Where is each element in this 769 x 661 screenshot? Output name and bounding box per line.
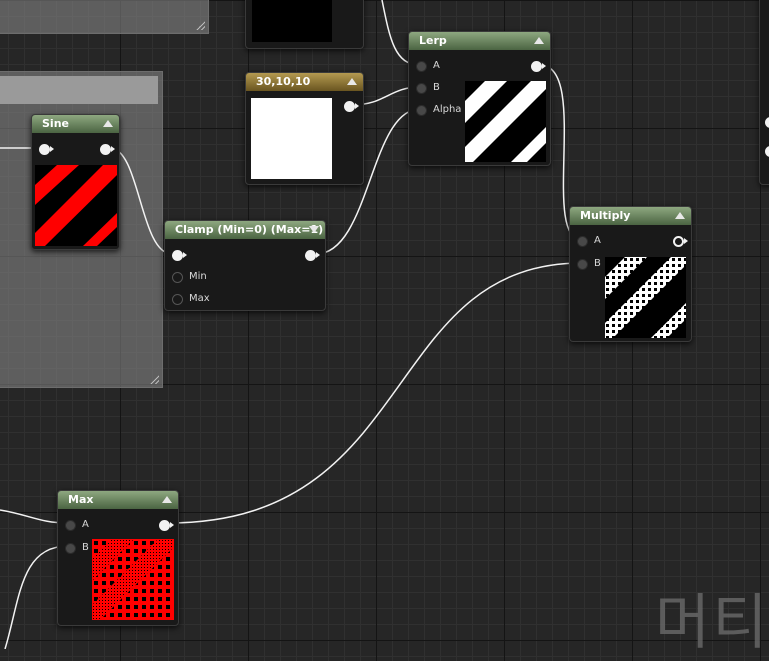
max-output-pin[interactable] xyxy=(159,520,170,531)
max-node-title: Max xyxy=(68,493,94,506)
pin-arrow-icon xyxy=(183,252,187,258)
constant-node-header[interactable]: 30,10,10 xyxy=(246,73,363,91)
pin-arrow-icon xyxy=(355,103,359,109)
multiply-input-b-pin[interactable] xyxy=(577,259,588,270)
multiply-preview-thumbnail xyxy=(605,257,686,338)
max-node-header[interactable]: Max xyxy=(58,491,178,509)
lerp-input-a-pin[interactable] xyxy=(416,61,427,72)
clamp-input-min-pin[interactable] xyxy=(172,272,183,283)
max-input-b-pin[interactable] xyxy=(65,543,76,554)
lerp-input-alpha-pin[interactable] xyxy=(416,105,427,116)
offscreen-node-right[interactable] xyxy=(759,0,769,185)
max-node[interactable]: Max A B xyxy=(57,490,179,626)
constant-node-title: 30,10,10 xyxy=(256,75,311,88)
multiply-input-a-label: A xyxy=(594,235,601,246)
constant-output-pin[interactable] xyxy=(344,101,355,112)
lerp-input-b-label: B xyxy=(433,82,440,93)
multiply-input-b-label: B xyxy=(594,258,601,269)
watermark-text: 머티 xyxy=(655,588,769,658)
sine-node[interactable]: Sine xyxy=(31,114,120,250)
multiply-node[interactable]: Multiply A B xyxy=(569,206,692,342)
sine-node-title: Sine xyxy=(42,117,69,130)
multiply-input-a-pin[interactable] xyxy=(577,236,588,247)
sine-output-pin[interactable] xyxy=(100,144,111,155)
collapse-arrow-icon[interactable] xyxy=(309,226,319,233)
pin-arrow-icon xyxy=(316,252,320,258)
lerp-node-header[interactable]: Lerp xyxy=(409,32,550,50)
pin-arrow-icon xyxy=(111,146,115,152)
constant-node[interactable]: 30,10,10 xyxy=(245,72,364,185)
lerp-output-pin[interactable] xyxy=(531,61,542,72)
pin-arrow-icon xyxy=(542,63,546,69)
pin-arrow-icon xyxy=(684,238,688,244)
collapse-arrow-icon[interactable] xyxy=(675,212,685,219)
lerp-input-b-pin[interactable] xyxy=(416,83,427,94)
sine-node-header[interactable]: Sine xyxy=(32,115,119,133)
clamp-node-header[interactable]: Clamp (Min=0) (Max=1) xyxy=(165,221,325,239)
max-preview-thumbnail xyxy=(92,539,174,620)
offscreen-node-top[interactable] xyxy=(245,0,364,49)
clamp-input-max-pin[interactable] xyxy=(172,294,183,305)
clamp-output-pin[interactable] xyxy=(305,250,316,261)
lerp-input-a-label: A xyxy=(433,60,440,71)
lerp-input-alpha-label: Alpha xyxy=(433,104,462,115)
pin-arrow-icon xyxy=(50,146,54,152)
clamp-input-pin[interactable] xyxy=(172,250,183,261)
multiply-node-header[interactable]: Multiply xyxy=(570,207,691,225)
offscreen-node-output-pin[interactable] xyxy=(765,146,769,157)
sine-preview-thumbnail xyxy=(35,165,117,246)
max-input-a-pin[interactable] xyxy=(65,520,76,531)
constant-preview-thumbnail xyxy=(251,98,332,179)
offscreen-node-output-pin[interactable] xyxy=(765,117,769,128)
pin-arrow-icon xyxy=(170,522,174,528)
lerp-node[interactable]: Lerp A B Alpha xyxy=(408,31,551,166)
collapse-arrow-icon[interactable] xyxy=(103,120,113,127)
collapse-arrow-icon[interactable] xyxy=(162,496,172,503)
sine-input-pin[interactable] xyxy=(39,144,50,155)
multiply-node-title: Multiply xyxy=(580,209,631,222)
lerp-node-title: Lerp xyxy=(419,34,447,47)
clamp-node-title: Clamp (Min=0) (Max=1) xyxy=(175,223,324,236)
clamp-node[interactable]: Clamp (Min=0) (Max=1) Min Max xyxy=(164,220,326,311)
multiply-output-pin[interactable] xyxy=(673,236,684,247)
offscreen-node-preview xyxy=(252,0,332,42)
max-input-a-label: A xyxy=(82,519,89,530)
clamp-input-max-label: Max xyxy=(189,293,210,304)
clamp-input-min-label: Min xyxy=(189,271,207,282)
max-input-b-label: B xyxy=(82,542,89,553)
collapse-arrow-icon[interactable] xyxy=(534,37,544,44)
lerp-preview-thumbnail xyxy=(465,81,546,162)
collapse-arrow-icon[interactable] xyxy=(347,78,357,85)
